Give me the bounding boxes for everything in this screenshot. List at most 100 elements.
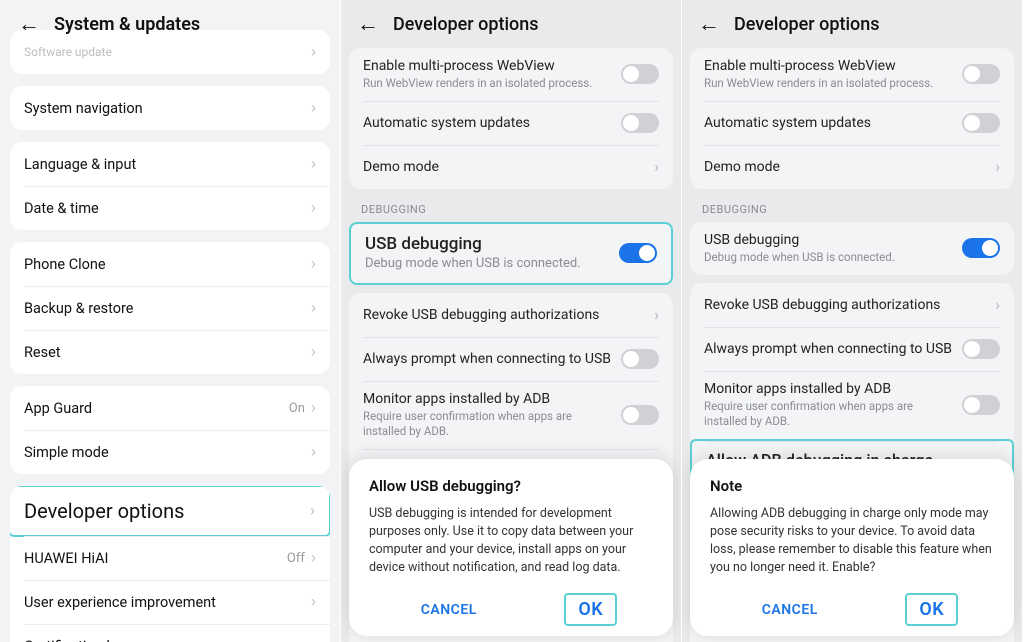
toggle-switch[interactable] (619, 243, 657, 263)
row-demo-mode[interactable]: Demo mode› (349, 145, 673, 189)
chevron-right-icon: › (311, 200, 316, 217)
row-text: Automatic system updates (363, 115, 621, 131)
row-date-time[interactable]: Date & time › (10, 186, 330, 230)
toggle-switch[interactable] (621, 405, 659, 425)
ok-button[interactable]: OK (905, 593, 958, 626)
row-text: Enable multi-process WebView Run WebView … (704, 58, 962, 91)
row-huawei-hiai[interactable]: HUAWEI HiAIOff› (10, 536, 330, 580)
chevron-right-icon: › (311, 300, 316, 317)
row-always-prompt-when-connecting-to-usb[interactable]: Always prompt when connecting to USB (690, 327, 1014, 371)
row-simple-mode[interactable]: Simple mode › (10, 430, 330, 474)
cancel-button[interactable]: CANCEL (405, 596, 493, 624)
row-certification-logos[interactable]: Certification logos › (10, 624, 330, 642)
row-system-navigation[interactable]: System navigation› (10, 86, 330, 130)
list-top: Enable multi-process WebViewRun WebView … (349, 48, 673, 189)
row-text: Monitor apps installed by ADBRequire use… (704, 381, 962, 429)
row-title: Automatic system updates (704, 115, 952, 131)
row-title: Monitor apps installed by ADB (363, 391, 611, 407)
row-meta: › (311, 156, 316, 173)
header: ← Developer options (682, 0, 1022, 48)
row-demo-mode[interactable]: Demo mode› (690, 145, 1014, 189)
row-label: Reset (24, 344, 61, 361)
back-icon[interactable]: ← (698, 11, 720, 37)
row-phone-clone[interactable]: Phone Clone › (10, 242, 330, 286)
row-label: Simple mode (24, 444, 109, 461)
row-subtitle: Run WebView renders in an isolated proce… (704, 76, 952, 91)
row-text: Always prompt when connecting to USB (363, 351, 621, 367)
row-automatic-system-updates[interactable]: Automatic system updates (690, 101, 1014, 145)
toggle-switch[interactable] (962, 64, 1000, 84)
row-app-guard[interactable]: App GuardOn› (10, 386, 330, 430)
row-meta: › (311, 300, 316, 317)
toggle-switch[interactable] (621, 349, 659, 369)
row-subtitle: Require user confirmation when apps are … (363, 409, 611, 439)
row-text: Demo mode (704, 159, 995, 175)
row-language-input[interactable]: Language & input› (10, 142, 330, 186)
dialog-actions: CANCEL OK (710, 591, 994, 626)
row-text: Revoke USB debugging authorizations (363, 307, 654, 323)
row-revoke-usb-debugging-authorizations[interactable]: Revoke USB debugging authorizations› (349, 293, 673, 337)
row-meta: › (310, 503, 315, 520)
row-text: Demo mode (363, 159, 654, 175)
row-reset[interactable]: Reset› (10, 330, 330, 374)
page-title: Developer options (734, 14, 880, 35)
row-usb-debugging[interactable]: USB debuggingDebug mode when USB is conn… (690, 222, 1014, 275)
chevron-right-icon: › (311, 156, 316, 173)
chevron-right-icon: › (311, 594, 316, 611)
row-text: USB debuggingDebug mode when USB is conn… (365, 234, 619, 273)
row-user-experience-improvement[interactable]: User experience improvement› (10, 580, 330, 624)
toggle-switch[interactable] (962, 339, 1000, 359)
row-monitor-apps-installed-by-adb[interactable]: Monitor apps installed by ADBRequire use… (690, 371, 1014, 439)
dialog-body: Allowing ADB debugging in charge only mo… (710, 505, 994, 578)
row-meta: › (311, 444, 316, 461)
row-usb-debugging[interactable]: USB debuggingDebug mode when USB is conn… (351, 224, 671, 283)
row-label: Certification logos (24, 638, 142, 642)
row-label: App Guard (24, 400, 92, 417)
row-title: Revoke USB debugging authorizations (704, 297, 985, 313)
row-developer-options[interactable]: Developer options› (10, 486, 330, 537)
card-partial: Software update › (10, 30, 330, 74)
row-label: Phone Clone (24, 256, 106, 273)
row-text: USB debuggingDebug mode when USB is conn… (704, 232, 962, 265)
chevron-right-icon: › (311, 256, 316, 273)
row-monitor-apps-installed-by-adb[interactable]: Monitor apps installed by ADB Require use… (349, 381, 673, 449)
chevron-right-icon: › (311, 44, 316, 61)
toggle-switch[interactable] (962, 395, 1000, 415)
toggle-switch[interactable] (621, 64, 659, 84)
row-text: Monitor apps installed by ADB Require use… (363, 391, 621, 439)
chevron-right-icon: › (311, 400, 316, 417)
pane-developer-options-adb-dialog: ← Developer options Enable multi-process… (682, 0, 1023, 642)
toggle-switch[interactable] (621, 113, 659, 133)
back-icon[interactable]: ← (357, 11, 379, 37)
cancel-button[interactable]: CANCEL (746, 596, 834, 624)
row-backup-restore[interactable]: Backup & restore› (10, 286, 330, 330)
dialog-title: Allow USB debugging? (369, 477, 653, 495)
row-automatic-system-updates[interactable]: Automatic system updates (349, 101, 673, 145)
row-title: Enable multi-process WebView (704, 58, 952, 74)
row-title: Always prompt when connecting to USB (704, 341, 952, 357)
dialog-actions: CANCEL OK (369, 591, 653, 626)
row-meta: › (311, 638, 316, 642)
row-label: Software update (24, 45, 112, 59)
chevron-right-icon: › (311, 100, 316, 117)
chevron-right-icon: › (654, 157, 659, 176)
toggle-switch[interactable] (962, 238, 1000, 258)
row-enable-multi-process-webview[interactable]: Enable multi-process WebViewRun WebView … (349, 48, 673, 101)
toggle-switch[interactable] (962, 113, 1000, 133)
row-software-update[interactable]: Software update › (10, 30, 330, 74)
row-meta: › (311, 200, 316, 217)
row-meta: › (311, 100, 316, 117)
row-revoke-usb-debugging-authorizations[interactable]: Revoke USB debugging authorizations› (690, 283, 1014, 327)
row-text: Automatic system updates (704, 115, 962, 131)
pane-system-updates: ← System & updates Software update › Sys… (0, 0, 341, 642)
row-always-prompt-when-connecting-to-usb[interactable]: Always prompt when connecting to USB (349, 337, 673, 381)
row-meta: › (311, 594, 316, 611)
row-title: Revoke USB debugging authorizations (363, 307, 644, 323)
settings-card: Phone Clone›Backup & restore›Reset› (10, 242, 330, 374)
row-enable-multi-process-webview[interactable]: Enable multi-process WebView Run WebView … (690, 48, 1014, 101)
row-label: Date & time (24, 200, 99, 217)
ok-button[interactable]: OK (564, 593, 617, 626)
dialog-note-adb: Note Allowing ADB debugging in charge on… (690, 459, 1014, 637)
row-title: Demo mode (704, 159, 985, 175)
dialog-allow-usb-debugging: Allow USB debugging? USB debugging is in… (349, 459, 673, 637)
